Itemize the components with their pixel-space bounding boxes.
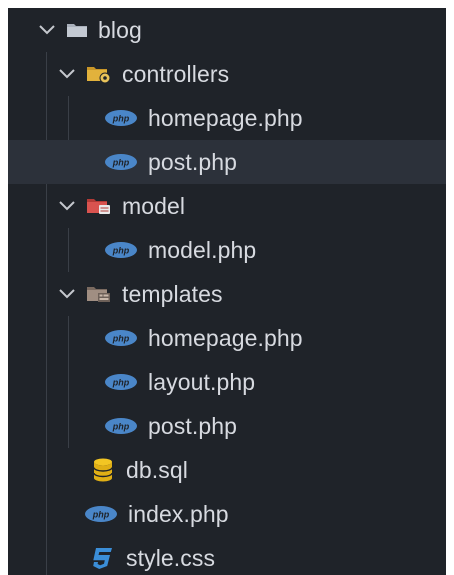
tree-item-model[interactable]: model <box>8 184 446 228</box>
tree-item-file[interactable]: php homepage.php <box>8 96 446 140</box>
tree-item-file[interactable]: style.css <box>8 536 446 575</box>
tree-item-label: homepage.php <box>148 104 303 131</box>
file-explorer: blog controllers php homepage.php php po… <box>8 8 446 575</box>
css-icon <box>90 546 116 570</box>
folder-templates-icon <box>86 284 112 304</box>
tree-item-label: controllers <box>122 60 230 87</box>
chevron-down-icon[interactable] <box>58 285 76 303</box>
svg-text:php: php <box>92 510 110 520</box>
chevron-down-icon[interactable] <box>58 65 76 83</box>
php-icon: php <box>104 329 138 347</box>
svg-text:php: php <box>112 246 130 256</box>
folder-database-icon <box>86 196 112 216</box>
database-icon <box>90 458 116 482</box>
tree-item-templates[interactable]: templates <box>8 272 446 316</box>
php-icon: php <box>104 417 138 435</box>
svg-text:php: php <box>112 334 130 344</box>
php-icon: php <box>84 505 118 523</box>
tree-item-file[interactable]: php layout.php <box>8 360 446 404</box>
chevron-down-icon[interactable] <box>58 197 76 215</box>
svg-text:php: php <box>112 378 130 388</box>
tree-item-label: templates <box>122 280 223 307</box>
tree-item-label: post.php <box>148 148 238 175</box>
tree-item-blog[interactable]: blog <box>8 8 446 52</box>
tree-item-label: post.php <box>148 412 238 439</box>
php-icon: php <box>104 373 138 391</box>
tree-item-label: model <box>122 192 186 219</box>
tree-item-label: model.php <box>148 236 257 263</box>
tree-item-file[interactable]: php index.php <box>8 492 446 536</box>
folder-config-icon <box>86 64 112 84</box>
svg-text:php: php <box>112 422 130 432</box>
tree-item-label: blog <box>98 16 142 43</box>
tree-item-label: db.sql <box>126 456 188 483</box>
tree-item-label: layout.php <box>148 368 256 395</box>
tree-item-file-selected[interactable]: php post.php <box>8 140 446 184</box>
php-icon: php <box>104 153 138 171</box>
tree-item-file[interactable]: db.sql <box>8 448 446 492</box>
chevron-down-icon[interactable] <box>38 21 56 39</box>
folder-icon <box>66 22 88 38</box>
tree-item-file[interactable]: php model.php <box>8 228 446 272</box>
php-icon: php <box>104 109 138 127</box>
tree-item-label: index.php <box>128 500 229 527</box>
svg-text:php: php <box>112 114 130 124</box>
tree-item-controllers[interactable]: controllers <box>8 52 446 96</box>
tree-item-label: homepage.php <box>148 324 303 351</box>
php-icon: php <box>104 241 138 259</box>
tree-item-file[interactable]: php post.php <box>8 404 446 448</box>
tree-item-label: style.css <box>126 544 216 571</box>
tree-item-file[interactable]: php homepage.php <box>8 316 446 360</box>
svg-text:php: php <box>112 158 130 168</box>
